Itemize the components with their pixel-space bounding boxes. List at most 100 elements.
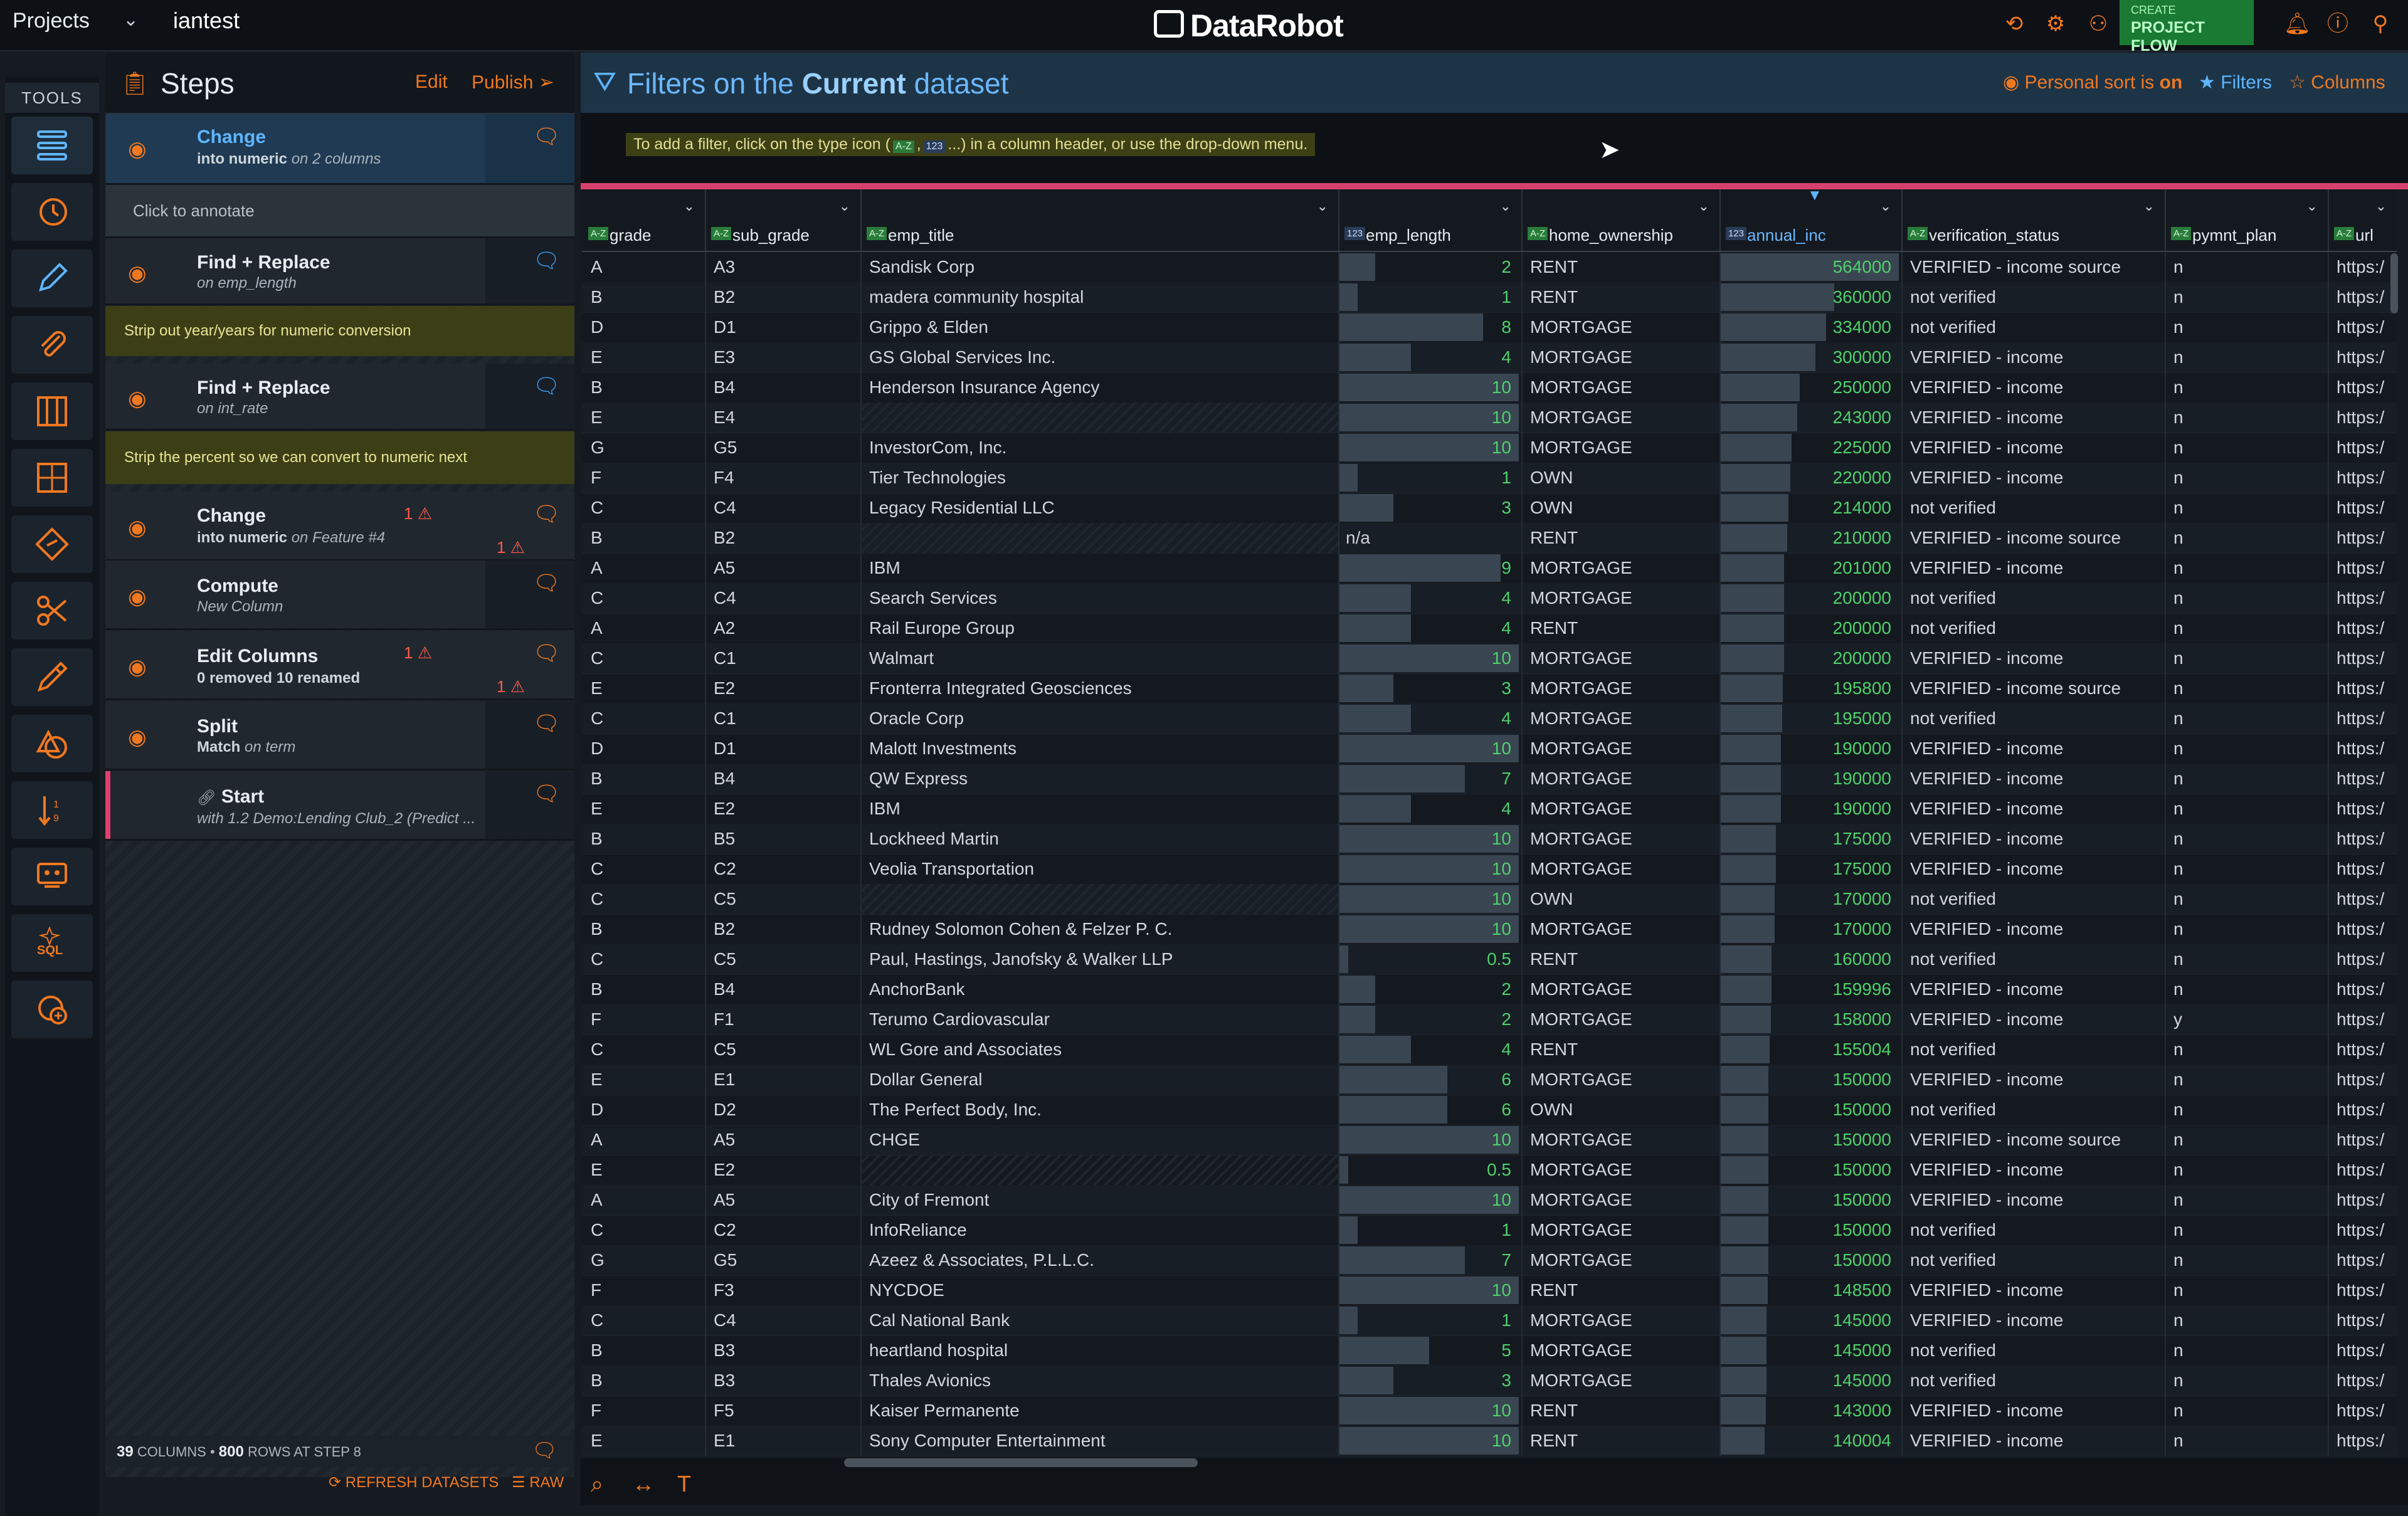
cell-emp_length[interactable]: 10 xyxy=(1338,372,1523,403)
chevron-down-icon[interactable]: ⌄ xyxy=(1698,198,1709,214)
column-header-url[interactable]: A-Z url ⌄ xyxy=(2328,189,2397,251)
cell-emp_title[interactable]: Veolia Transportation xyxy=(860,854,1339,884)
comment-icon[interactable]: 🗨︎ xyxy=(533,571,560,596)
table-row[interactable]: B B5 Lockheed Martin 10 MORTGAGE 175000 VERIFI… xyxy=(582,824,2397,855)
cell-sub_grade[interactable]: C4 xyxy=(705,493,862,523)
step-split[interactable]: ◉ Split Match on term 🗨︎ xyxy=(105,701,574,771)
cell-grade[interactable]: E xyxy=(582,794,706,824)
cell-home_ownership[interactable]: RENT xyxy=(1521,1396,1721,1426)
gear-icon[interactable]: ⚙ xyxy=(2043,11,2068,36)
cell-annual_inc[interactable]: 300000 xyxy=(1719,342,1903,372)
cell-annual_inc[interactable]: 150000 xyxy=(1719,1065,1903,1095)
cell-emp_length[interactable]: 2 xyxy=(1338,1004,1523,1034)
cell-emp_title[interactable]: CHGE xyxy=(860,1125,1339,1155)
cell-sub_grade[interactable]: F5 xyxy=(705,1396,862,1426)
column-header-emp_length[interactable]: 123 emp_length ⌄ xyxy=(1338,189,1523,251)
cell-annual_inc[interactable]: 150000 xyxy=(1719,1185,1903,1215)
cell-emp_length[interactable]: 3 xyxy=(1338,493,1523,523)
step-compute[interactable]: ◉ Compute New Column 🗨︎ xyxy=(105,561,574,630)
cell-pymnt_plan[interactable]: n xyxy=(2165,884,2329,914)
table-row[interactable]: E E1 Sony Computer Entertainment 10 RENT 1400… xyxy=(582,1426,2397,1456)
tool-calculator[interactable] xyxy=(11,449,93,507)
cell-sub_grade[interactable]: D2 xyxy=(705,1095,862,1125)
cell-pymnt_plan[interactable]: n xyxy=(2165,944,2329,974)
cell-emp_title[interactable]: NYCDOE xyxy=(860,1275,1339,1305)
cell-url[interactable]: https:/ xyxy=(2328,1426,2397,1456)
step-change-2[interactable]: ◉ Change into numeric on Feature #4 1 ⚠ … xyxy=(105,492,574,561)
eye-icon[interactable]: ◉ xyxy=(128,137,147,162)
cell-emp_title[interactable]: The Perfect Body, Inc. xyxy=(860,1095,1339,1125)
cell-url[interactable]: https:/ xyxy=(2328,252,2397,282)
cell-url[interactable]: https:/ xyxy=(2328,403,2397,433)
cell-verification_status[interactable]: not verified xyxy=(1901,312,2166,342)
cell-emp_title[interactable]: InfoReliance xyxy=(860,1215,1339,1245)
cell-verification_status[interactable]: not verified xyxy=(1901,884,2166,914)
table-row[interactable]: E E4 10 MORTGAGE 243000 VERIFIED - income n htt… xyxy=(582,403,2397,433)
cell-sub_grade[interactable]: G5 xyxy=(705,433,862,463)
type-tag[interactable]: 123 xyxy=(1344,227,1366,240)
cell-sub_grade[interactable]: B4 xyxy=(705,372,862,403)
cell-home_ownership[interactable]: MORTGAGE xyxy=(1521,914,1721,944)
cell-sub_grade[interactable]: B2 xyxy=(705,282,862,312)
cell-annual_inc[interactable]: 145000 xyxy=(1719,1305,1903,1335)
table-row[interactable]: E E1 Dollar General 6 MORTGAGE 150000 VERIFIED… xyxy=(582,1065,2397,1095)
cell-url[interactable]: https:/ xyxy=(2328,583,2397,613)
cell-emp_length[interactable]: 10 xyxy=(1338,734,1523,764)
tool-sql[interactable]: SQL xyxy=(11,914,93,972)
cell-home_ownership[interactable]: MORTGAGE xyxy=(1521,372,1721,403)
cell-verification_status[interactable]: VERIFIED - income xyxy=(1901,794,2166,824)
table-row[interactable]: B B2 madera community hospital 1 RENT 360000 n… xyxy=(582,282,2397,313)
cell-home_ownership[interactable]: RENT xyxy=(1521,523,1721,553)
cell-pymnt_plan[interactable]: n xyxy=(2165,1305,2329,1335)
chevron-down-icon[interactable]: ⌄ xyxy=(2306,198,2318,214)
cell-grade[interactable]: A xyxy=(582,613,706,643)
cell-home_ownership[interactable]: MORTGAGE xyxy=(1521,974,1721,1004)
cell-grade[interactable]: C xyxy=(582,1305,706,1335)
cell-grade[interactable]: D xyxy=(582,1095,706,1125)
cell-url[interactable]: https:/ xyxy=(2328,1155,2397,1185)
table-row[interactable]: C C1 Walmart 10 MORTGAGE 200000 VERIFIED - inc… xyxy=(582,643,2397,674)
cell-annual_inc[interactable]: 150000 xyxy=(1719,1245,1903,1275)
comment-filled-icon[interactable]: 🗨︎ xyxy=(533,248,560,273)
cell-emp_title[interactable] xyxy=(860,1155,1339,1185)
cell-pymnt_plan[interactable]: n xyxy=(2165,854,2329,884)
cell-url[interactable]: https:/ xyxy=(2328,523,2397,553)
cell-emp_length[interactable]: 10 xyxy=(1338,854,1523,884)
chevron-down-icon[interactable]: ⌄ xyxy=(2143,198,2155,214)
filters-button[interactable]: ★ Filters xyxy=(2199,71,2272,93)
cell-annual_inc[interactable]: 148500 xyxy=(1719,1275,1903,1305)
cell-url[interactable]: https:/ xyxy=(2328,1125,2397,1155)
cell-grade[interactable]: B xyxy=(582,764,706,794)
comment-filled-icon[interactable]: 🗨︎ xyxy=(533,374,560,399)
cell-verification_status[interactable]: VERIFIED - income xyxy=(1901,342,2166,372)
cell-sub_grade[interactable]: E2 xyxy=(705,673,862,703)
cell-emp_title[interactable]: Cal National Bank xyxy=(860,1305,1339,1335)
tool-attach[interactable] xyxy=(11,316,93,374)
cell-annual_inc[interactable]: 243000 xyxy=(1719,403,1903,433)
chevron-down-icon[interactable]: ⌄ xyxy=(1880,198,1891,214)
cell-grade[interactable]: E xyxy=(582,1065,706,1095)
cell-annual_inc[interactable]: 334000 xyxy=(1719,312,1903,342)
personal-sort-toggle[interactable]: ◉ Personal sort is on xyxy=(2003,71,2182,93)
cell-url[interactable]: https:/ xyxy=(2328,1275,2397,1305)
tool-steps[interactable] xyxy=(11,117,93,174)
cell-emp_title[interactable]: Grippo & Elden xyxy=(860,312,1339,342)
tool-split[interactable] xyxy=(11,582,93,640)
cell-annual_inc[interactable]: 170000 xyxy=(1719,884,1903,914)
cell-grade[interactable]: E xyxy=(582,673,706,703)
cell-sub_grade[interactable]: A2 xyxy=(705,613,862,643)
cell-pymnt_plan[interactable]: n xyxy=(2165,1185,2329,1215)
cell-emp_length[interactable]: 1 xyxy=(1338,1215,1523,1245)
cell-sub_grade[interactable]: C2 xyxy=(705,1215,862,1245)
chevron-down-icon[interactable]: ⌄ xyxy=(839,198,850,214)
cell-pymnt_plan[interactable]: n xyxy=(2165,433,2329,463)
cell-emp_length[interactable]: 4 xyxy=(1338,1034,1523,1065)
table-row[interactable]: G G5 Azeez & Associates, P.L.L.C. 7 MORTGAGE… xyxy=(582,1245,2397,1276)
cell-emp_title[interactable]: Rail Europe Group xyxy=(860,613,1339,643)
cell-home_ownership[interactable]: RENT xyxy=(1521,613,1721,643)
cell-verification_status[interactable]: VERIFIED - income xyxy=(1901,553,2166,583)
cell-emp_title[interactable]: Legacy Residential LLC xyxy=(860,493,1339,523)
cell-emp_length[interactable]: 3 xyxy=(1338,1366,1523,1396)
table-row[interactable]: F F1 Terumo Cardiovascular 2 MORTGAGE 158000 V… xyxy=(582,1004,2397,1035)
cell-sub_grade[interactable]: A5 xyxy=(705,1185,862,1215)
